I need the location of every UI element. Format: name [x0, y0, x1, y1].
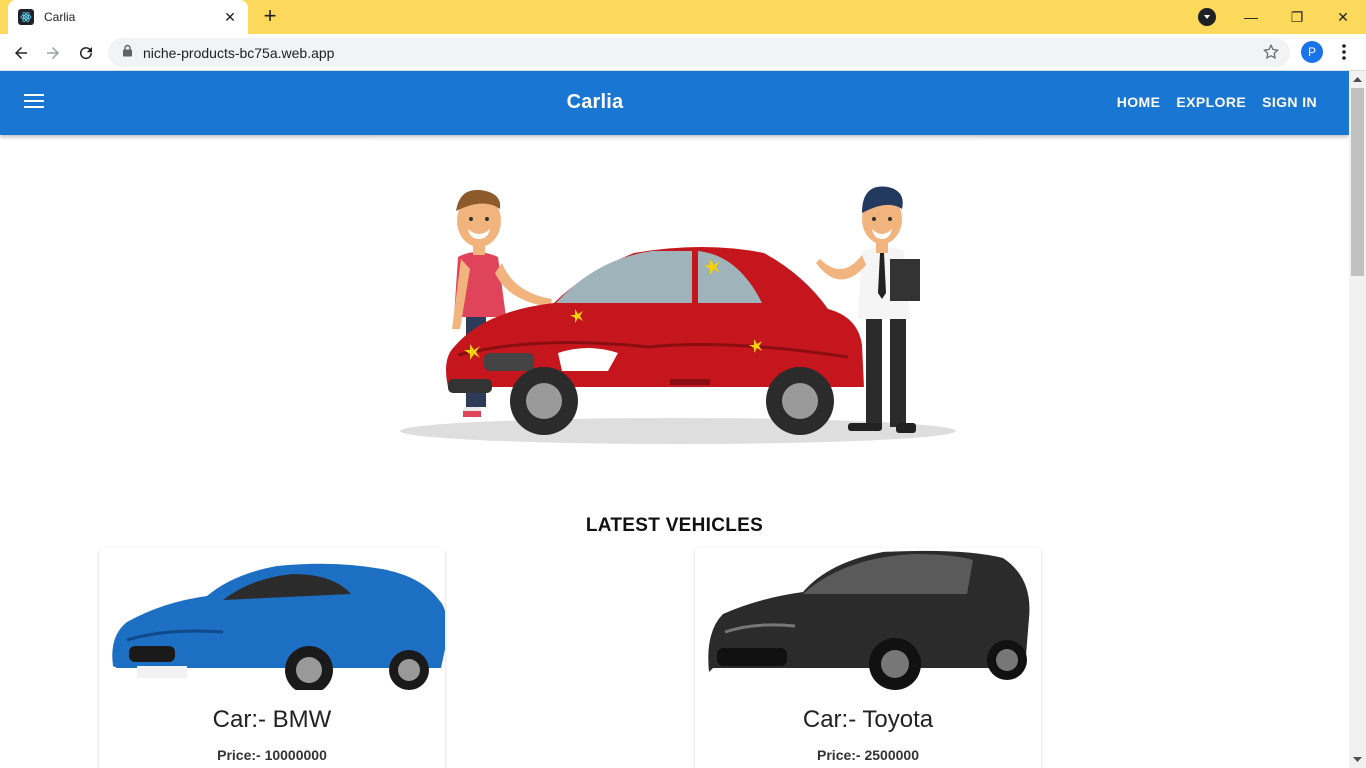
- scroll-down-icon[interactable]: [1353, 755, 1362, 764]
- nav-sign-in-link[interactable]: SIGN IN: [1262, 94, 1317, 110]
- new-tab-button[interactable]: +: [260, 5, 280, 27]
- bmw-car-image[interactable]: [99, 548, 445, 690]
- browser-tab[interactable]: Carlia ✕: [8, 0, 248, 34]
- tab-close-icon[interactable]: ✕: [222, 9, 238, 26]
- section-title: LATEST VEHICLES: [585, 515, 764, 536]
- browser-toolbar: niche-products-bc75a.web.app P: [0, 34, 1366, 71]
- scroll-up-icon[interactable]: [1353, 75, 1362, 84]
- react-favicon-icon: [18, 9, 34, 25]
- nav-explore-link[interactable]: EXPLORE: [1176, 94, 1246, 110]
- scroll-thumb[interactable]: [1351, 88, 1364, 276]
- profile-avatar[interactable]: P: [1301, 41, 1323, 63]
- tab-title: Carlia: [44, 10, 76, 24]
- vehicle-price: Price:- 2500000: [817, 747, 919, 763]
- top-nav: HOME EXPLORE SIGN IN: [1117, 94, 1317, 110]
- page-scrollbar[interactable]: [1349, 71, 1366, 768]
- brand-title[interactable]: Carlia: [0, 91, 1190, 114]
- page-viewport: Carlia HOME EXPLORE SIGN IN LATEST VEHIC…: [0, 71, 1349, 768]
- address-bar[interactable]: niche-products-bc75a.web.app: [108, 38, 1290, 67]
- vehicle-title: Car:- Toyota: [802, 706, 934, 733]
- restore-button[interactable]: ❐: [1274, 0, 1320, 34]
- close-window-button[interactable]: ✕: [1320, 0, 1366, 34]
- url-text[interactable]: niche-products-bc75a.web.app: [143, 45, 334, 61]
- forward-arrow-icon[interactable]: [40, 40, 66, 66]
- vehicle-card[interactable]: Car:- BMW Price:- 10000000: [99, 548, 445, 768]
- minimize-button[interactable]: —: [1228, 0, 1274, 34]
- bookmark-star-icon[interactable]: [1262, 43, 1280, 66]
- browser-tabstrip: Carlia ✕ + — ❐ ✕: [0, 0, 1366, 34]
- lock-icon[interactable]: [122, 44, 133, 62]
- vehicle-title: Car:- BMW: [212, 706, 332, 733]
- reload-icon[interactable]: [73, 40, 99, 66]
- browser-menu-icon[interactable]: [1336, 42, 1352, 62]
- red-sedan: [446, 247, 864, 435]
- hero-car-illustration: [400, 186, 956, 444]
- app-bar: Carlia HOME EXPLORE SIGN IN: [0, 71, 1349, 135]
- back-arrow-icon[interactable]: [8, 40, 34, 66]
- nav-home-link[interactable]: HOME: [1117, 94, 1161, 110]
- vehicle-price: Price:- 10000000: [217, 747, 327, 763]
- tab-search-icon[interactable]: [1198, 8, 1216, 26]
- vehicle-card[interactable]: Car:- Toyota Price:- 2500000: [695, 548, 1041, 768]
- toyota-car-image[interactable]: [695, 548, 1041, 690]
